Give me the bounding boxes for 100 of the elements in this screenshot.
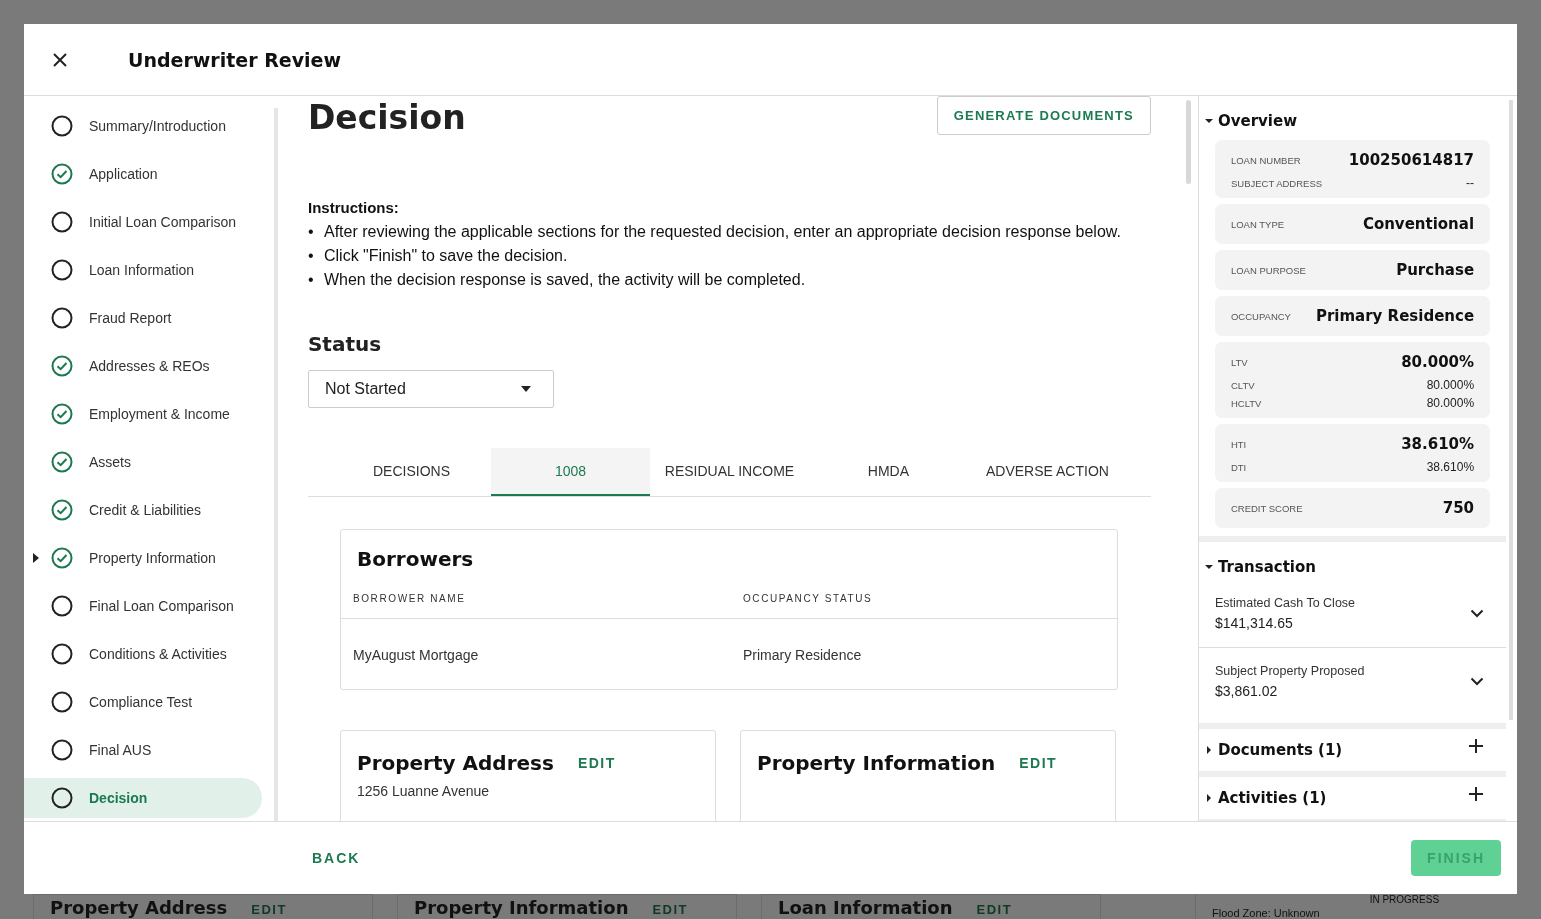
card-title: Loan Information bbox=[778, 897, 953, 919]
field-label: SUBJECT ADDRESS bbox=[1230, 177, 1323, 189]
field-value: 80.000% bbox=[1426, 396, 1475, 410]
field-value: Purchase bbox=[1396, 261, 1475, 279]
caret-icon bbox=[1204, 794, 1213, 802]
field-label: LOAN NUMBER bbox=[1230, 154, 1301, 166]
overview-header[interactable]: Overview bbox=[1198, 96, 1507, 134]
nav-item[interactable]: Final Loan Comparison bbox=[24, 586, 262, 626]
circle-icon bbox=[51, 211, 73, 233]
caret-icon bbox=[1204, 746, 1213, 754]
status-heading: Status bbox=[307, 332, 383, 356]
check-circle-icon bbox=[51, 355, 73, 377]
circle-icon bbox=[51, 259, 73, 281]
circle-icon bbox=[51, 643, 73, 665]
nav-item[interactable]: Assets bbox=[24, 442, 262, 482]
nav-item[interactable]: Employment & Income bbox=[24, 394, 262, 434]
field-value: 38.610% bbox=[1426, 460, 1475, 474]
bullet: • bbox=[307, 246, 315, 266]
transaction-label: Subject Property Proposed bbox=[1214, 664, 1365, 678]
field-label: LTV bbox=[1230, 356, 1248, 368]
check-circle-icon bbox=[51, 547, 73, 569]
field-label: HCLTV bbox=[1230, 397, 1262, 409]
field-value: 38.610% bbox=[1401, 435, 1475, 453]
close-icon bbox=[52, 51, 68, 68]
nav-item[interactable]: Addresses & REOs bbox=[24, 346, 262, 386]
nav-item[interactable]: Conditions & Activities bbox=[24, 634, 262, 674]
tab[interactable]: RESIDUAL INCOME bbox=[649, 448, 809, 496]
circle-icon bbox=[51, 115, 73, 137]
field-value: 750 bbox=[1442, 499, 1475, 517]
field-value: 100250614817 bbox=[1348, 151, 1475, 169]
dialog-title: Underwriter Review bbox=[128, 48, 342, 71]
field-label: LOAN PURPOSE bbox=[1230, 264, 1306, 276]
nav-item[interactable]: Summary/Introduction bbox=[24, 106, 262, 146]
edit-link[interactable]: EDIT bbox=[1019, 755, 1058, 771]
flood-zone-text: Flood Zone: Unknown bbox=[1212, 907, 1320, 919]
generate-documents-button[interactable]: GENERATE DOCUMENTS bbox=[936, 96, 1151, 135]
table-cell-text: MyAugust Mortgage bbox=[352, 647, 480, 663]
instructions-heading: Instructions: bbox=[307, 199, 400, 216]
caret-icon[interactable] bbox=[33, 553, 39, 563]
field-label: HTI bbox=[1230, 438, 1247, 450]
chevron-down-icon[interactable] bbox=[1470, 609, 1485, 618]
tab[interactable]: 1008 bbox=[490, 448, 650, 496]
address-text: 1256 Luanne Avenue bbox=[356, 783, 491, 799]
transaction-value: $141,314.65 bbox=[1214, 615, 1294, 631]
check-circle-icon bbox=[51, 403, 73, 425]
nav-item[interactable]: Loan Information bbox=[24, 250, 262, 290]
card-title: Property Address bbox=[50, 897, 228, 919]
field-label: LOAN TYPE bbox=[1230, 218, 1285, 230]
card-title: Borrowers bbox=[355, 546, 475, 571]
nav-item[interactable]: Application bbox=[24, 154, 262, 194]
status-text: IN PROGRESS bbox=[1369, 894, 1440, 905]
field-value: Conventional bbox=[1362, 215, 1475, 233]
transaction-value: $3,861.02 bbox=[1214, 683, 1279, 699]
nav-item[interactable]: Final AUS bbox=[24, 730, 262, 770]
plus-icon[interactable] bbox=[1468, 786, 1485, 802]
instruction-item: After reviewing the applicable sections for the requested decision, enter an appropriate decision response below. bbox=[323, 222, 1121, 242]
circle-icon bbox=[51, 787, 73, 809]
nav-item[interactable]: Credit & Liabilities bbox=[24, 490, 262, 530]
circle-icon bbox=[51, 307, 73, 329]
circle-icon bbox=[51, 595, 73, 617]
tab[interactable]: ADVERSE ACTION bbox=[967, 448, 1127, 496]
nav-item[interactable]: Property Information bbox=[24, 538, 262, 578]
back-link[interactable]: BACK bbox=[312, 850, 361, 866]
nav-item[interactable]: Decision bbox=[24, 778, 262, 818]
check-circle-icon bbox=[51, 163, 73, 185]
caret-icon bbox=[1204, 563, 1213, 571]
status-dropdown[interactable]: Not Started bbox=[307, 370, 554, 408]
field-value: 80.000% bbox=[1426, 378, 1475, 392]
circle-icon bbox=[51, 691, 73, 713]
nav-item[interactable]: Fraud Report bbox=[24, 298, 262, 338]
instruction-item: When the decision response is saved, the activity will be completed. bbox=[323, 270, 806, 290]
check-circle-icon bbox=[51, 451, 73, 473]
card-title: Property Information bbox=[756, 751, 996, 775]
bullet: • bbox=[307, 222, 315, 242]
page-title: Decision bbox=[307, 97, 466, 137]
field-value: Primary Residence bbox=[1315, 307, 1475, 325]
transaction-label: Estimated Cash To Close bbox=[1214, 596, 1356, 610]
transaction-header[interactable]: Transaction bbox=[1198, 542, 1507, 580]
edit-link[interactable]: EDIT bbox=[577, 755, 616, 771]
chevron-down-icon[interactable] bbox=[1470, 677, 1485, 686]
card-title: Property Information bbox=[414, 897, 629, 919]
field-label: CLTV bbox=[1230, 379, 1255, 391]
tab[interactable]: DECISIONS bbox=[331, 448, 491, 496]
column-header: OCCUPANCY STATUS bbox=[742, 593, 874, 604]
instruction-item: Click "Finish" to save the decision. bbox=[323, 246, 568, 266]
plus-icon[interactable] bbox=[1468, 738, 1485, 754]
nav-item[interactable]: Initial Loan Comparison bbox=[24, 202, 262, 242]
card-title: Property Address bbox=[356, 751, 554, 775]
bullet: • bbox=[307, 270, 315, 290]
circle-icon bbox=[51, 739, 73, 761]
check-circle-icon bbox=[51, 499, 73, 521]
field-value: -- bbox=[1466, 176, 1475, 190]
tab[interactable]: HMDA bbox=[808, 448, 968, 496]
caret-icon bbox=[1204, 117, 1213, 125]
caret-icon bbox=[520, 386, 531, 392]
nav-item[interactable]: Compliance Test bbox=[24, 682, 262, 722]
field-label: CREDIT SCORE bbox=[1230, 502, 1303, 514]
field-label: DTI bbox=[1230, 461, 1247, 473]
scrollbar-thumb[interactable] bbox=[1185, 100, 1191, 184]
table-cell-text: Primary Residence bbox=[742, 647, 863, 663]
